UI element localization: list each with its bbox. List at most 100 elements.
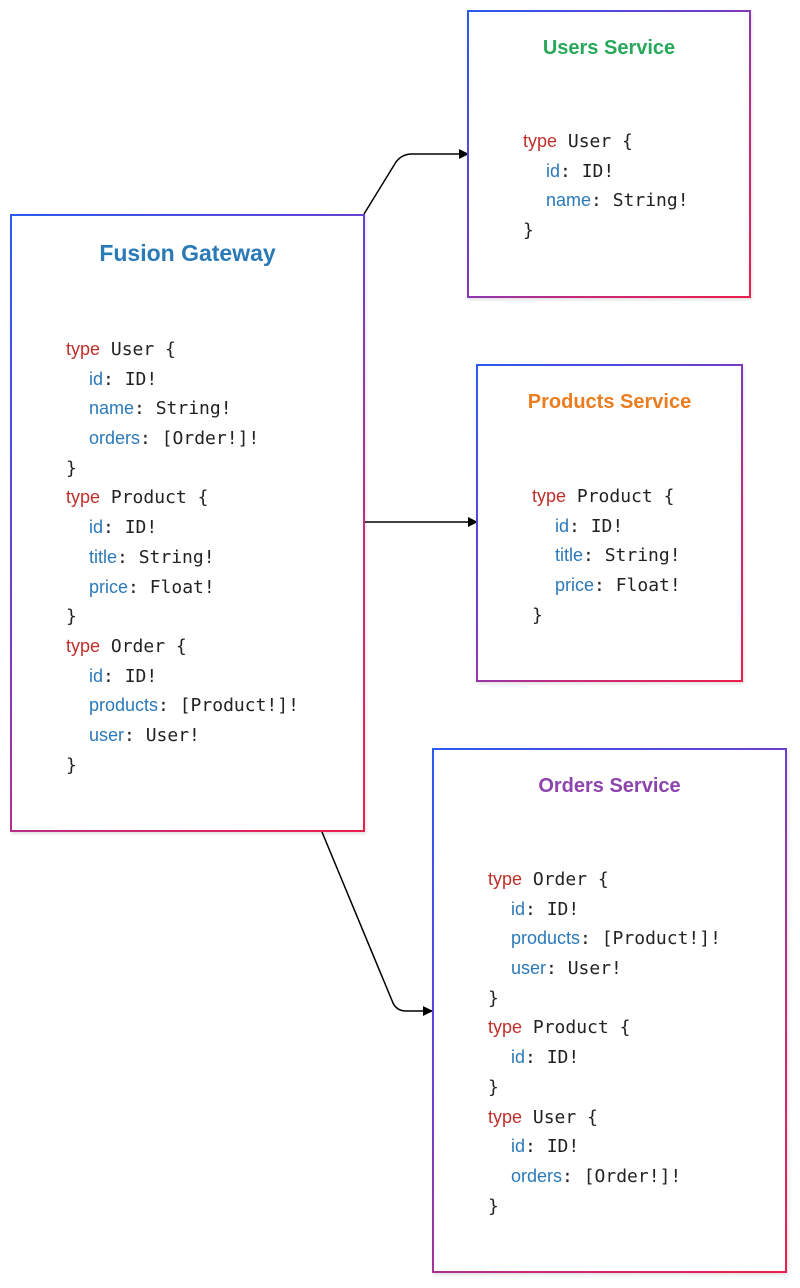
schema-line: type User { xyxy=(488,1103,721,1133)
schema-line: id: ID! xyxy=(488,895,721,925)
field-name: title xyxy=(555,545,584,566)
orders-service-schema: type Order {id: ID! products: [Product!]!… xyxy=(488,865,721,1221)
schema-line: } xyxy=(523,216,689,246)
field-name: id xyxy=(89,517,104,538)
schema-line: user: User! xyxy=(66,721,299,751)
type-name: Product { xyxy=(532,1017,631,1039)
closing-brace: } xyxy=(488,987,499,1009)
orders-service-node[interactable]: Orders Service type Order {id: ID! produc… xyxy=(432,748,787,1273)
field-name: orders xyxy=(89,428,141,449)
closing-brace: } xyxy=(66,754,77,776)
users-service-schema: type User { id: ID! name: String!} xyxy=(523,127,689,246)
schema-line: name: String! xyxy=(66,394,299,424)
type-keyword: type xyxy=(488,1106,523,1127)
field-type: : String! xyxy=(583,545,681,567)
field-name: id xyxy=(555,515,570,536)
type-keyword: type xyxy=(488,1017,523,1038)
schema-line: } xyxy=(488,1192,721,1222)
field-name: name xyxy=(546,190,592,211)
schema-line: title: String! xyxy=(66,543,299,573)
users-service-title: Users Service xyxy=(542,37,676,59)
field-type: : String! xyxy=(117,546,215,568)
schema-line: orders: [Order!]! xyxy=(66,424,299,454)
type-name: Product { xyxy=(110,487,209,509)
field-type: : ID! xyxy=(525,1047,580,1069)
schema-line: } xyxy=(488,1073,721,1103)
type-keyword: type xyxy=(532,486,567,506)
closing-brace: } xyxy=(523,220,534,242)
field-type: : String! xyxy=(134,398,232,420)
schema-line: type Order { xyxy=(488,865,721,895)
field-type: : [Product!]! xyxy=(580,928,721,950)
closing-brace: } xyxy=(66,606,77,628)
closing-brace: } xyxy=(66,457,77,479)
field-type: : ID! xyxy=(103,368,158,390)
field-name: id xyxy=(546,160,561,181)
schema-line: id: ID! xyxy=(532,512,681,542)
type-name: Order { xyxy=(532,869,609,890)
type-keyword: type xyxy=(66,339,101,359)
field-name: products xyxy=(89,695,159,716)
field-type: : User! xyxy=(124,724,200,746)
field-type: : [Product!]! xyxy=(158,695,299,717)
gateway-title: Fusion Gateway xyxy=(99,240,276,266)
schema-line: type Product { xyxy=(532,482,681,512)
orders-service-title: Orders Service xyxy=(538,775,681,797)
field-name: user xyxy=(511,958,547,979)
field-name: price xyxy=(555,575,595,596)
gateway-node[interactable]: Fusion Gateway type User {id: ID! name: S… xyxy=(10,214,365,832)
field-name: id xyxy=(89,665,104,686)
type-keyword: type xyxy=(523,131,558,151)
field-type: : User! xyxy=(546,958,622,980)
field-type: : Float! xyxy=(594,575,681,597)
field-name: price xyxy=(89,576,129,597)
type-keyword: type xyxy=(488,869,523,889)
type-keyword: type xyxy=(66,487,101,508)
field-type: : ID! xyxy=(569,515,624,537)
schema-line: id: ID! xyxy=(66,662,299,692)
field-type: : [Order!]! xyxy=(562,1165,682,1187)
field-type: : Float! xyxy=(128,576,215,598)
schema-line: user: User! xyxy=(488,954,721,984)
products-service-title: Products Service xyxy=(527,391,692,413)
schema-line: id: ID! xyxy=(488,1043,721,1073)
schema-line: } xyxy=(66,602,299,632)
schema-line: title: String! xyxy=(532,541,681,571)
schema-line: id: ID! xyxy=(488,1132,721,1162)
field-name: name xyxy=(89,398,135,419)
edge-gateway-to-users xyxy=(363,149,469,215)
closing-brace: } xyxy=(532,604,543,626)
schema-line: } xyxy=(532,601,681,631)
schema-line: price: Float! xyxy=(66,573,299,603)
schema-line: id: ID! xyxy=(66,513,299,543)
field-name: id xyxy=(511,898,526,919)
schema-line: } xyxy=(66,454,299,484)
products-service-schema: type Product {id: ID! title: String! price… xyxy=(532,482,681,630)
field-type: : ID! xyxy=(103,665,158,687)
field-name: id xyxy=(89,368,104,389)
type-name: Order { xyxy=(110,635,187,657)
schema-line: type Product { xyxy=(488,1013,721,1043)
field-type: : ID! xyxy=(103,517,158,539)
type-name: User { xyxy=(567,131,633,152)
field-name: id xyxy=(511,1136,526,1157)
type-name: User { xyxy=(110,339,176,360)
type-name: User { xyxy=(532,1106,598,1128)
field-type: : ID! xyxy=(560,160,615,182)
field-type: : String! xyxy=(591,190,689,212)
schema-line: id: ID! xyxy=(66,365,299,395)
field-name: products xyxy=(511,928,581,949)
closing-brace: } xyxy=(488,1195,499,1217)
schema-line: orders: [Order!]! xyxy=(488,1162,721,1192)
schema-line: type User { xyxy=(66,335,299,365)
field-type: : ID! xyxy=(525,1136,580,1158)
schema-line: type Order { xyxy=(66,632,299,662)
schema-line: type User { xyxy=(523,127,689,157)
closing-brace: } xyxy=(488,1076,499,1098)
products-service-node[interactable]: Products Service type Product {id: ID! ti… xyxy=(476,364,743,682)
schema-line: products: [Product!]! xyxy=(66,691,299,721)
field-name: title xyxy=(89,546,118,567)
schema-line: name: String! xyxy=(523,186,689,216)
users-service-node[interactable]: Users Service type User { id: ID! name: St… xyxy=(467,10,751,298)
type-name: Product { xyxy=(576,486,675,507)
